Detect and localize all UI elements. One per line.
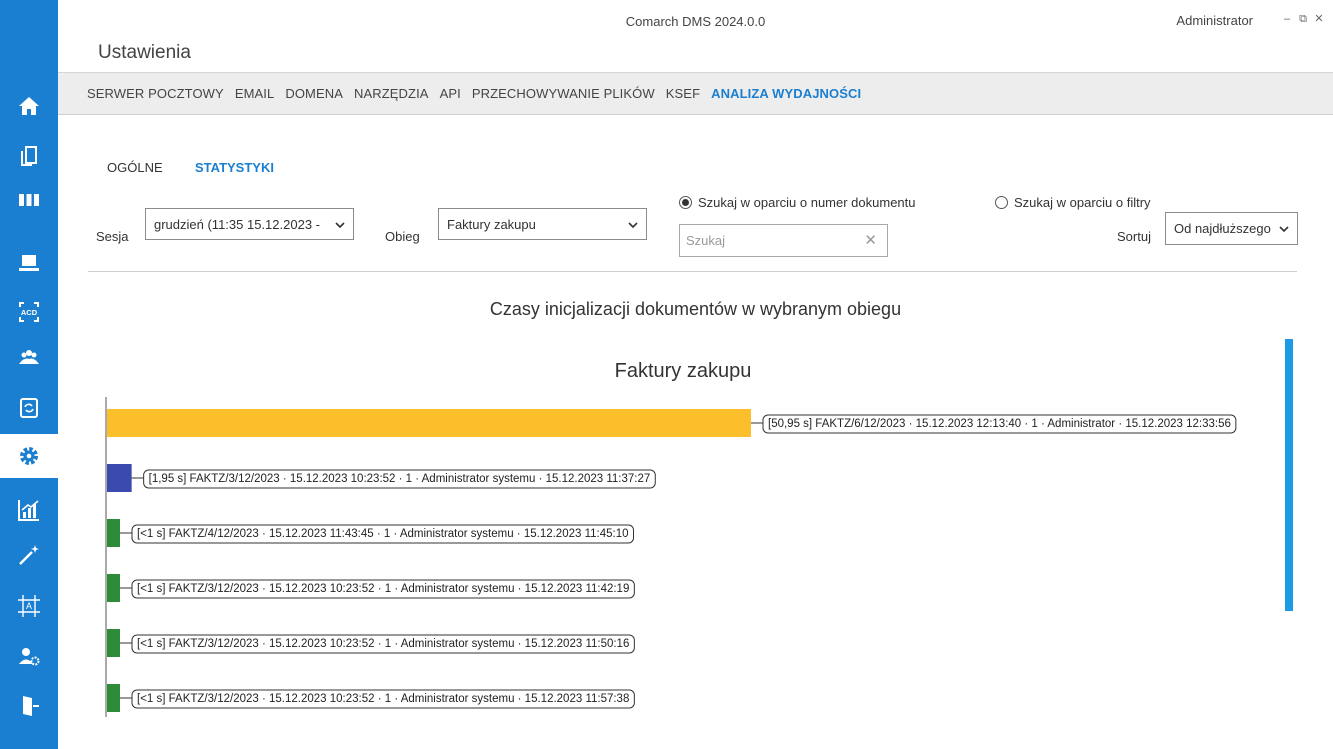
- chart-title: Faktury zakupu: [615, 360, 752, 382]
- chart-bar[interactable]: [107, 519, 120, 547]
- bar-data-label: [<1 s] FAKTZ/4/12/2023 · 15.12.2023 11:4…: [137, 528, 629, 540]
- bar-data-label: [1,95 s] FAKTZ/3/12/2023 · 15.12.2023 10…: [149, 473, 651, 485]
- bar-data-label: [<1 s] FAKTZ/3/12/2023 · 15.12.2023 10:2…: [137, 583, 629, 595]
- performance-chart: Faktury zakupu [50,95 s] FAKTZ/6/12/2023…: [105, 360, 1237, 717]
- chart-bar[interactable]: [107, 464, 132, 492]
- bar-data-label: [50,95 s] FAKTZ/6/12/2023 · 15.12.2023 1…: [768, 418, 1231, 430]
- chart-bar[interactable]: [107, 684, 120, 712]
- bar-data-label: [<1 s] FAKTZ/3/12/2023 · 15.12.2023 10:2…: [137, 638, 629, 650]
- app-window: ACD A Comarch DMS 2024.0.0 Administrator: [0, 0, 1333, 749]
- chart-bar[interactable]: [107, 409, 751, 437]
- chart-bar[interactable]: [107, 574, 120, 602]
- bar-data-label: [<1 s] FAKTZ/3/12/2023 · 15.12.2023 10:2…: [137, 693, 629, 705]
- chart-bar[interactable]: [107, 629, 120, 657]
- chart-scrollbar[interactable]: [1285, 339, 1293, 611]
